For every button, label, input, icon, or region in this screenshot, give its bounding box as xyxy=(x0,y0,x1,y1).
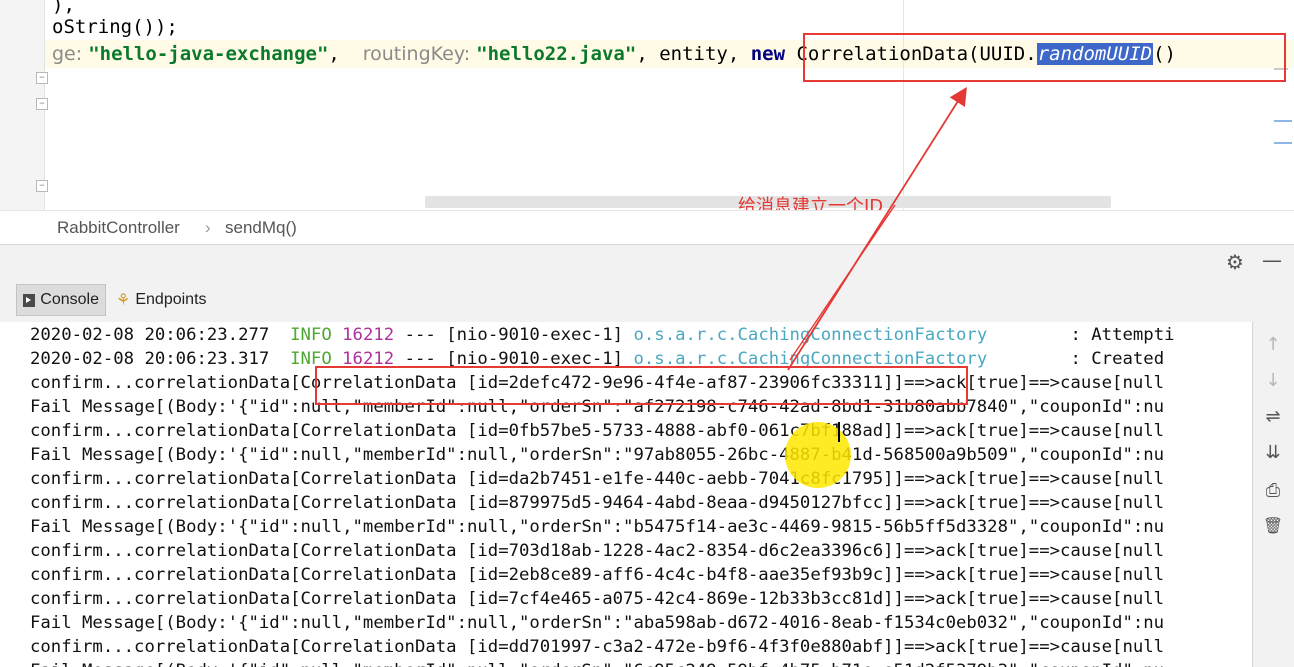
code-punct: , xyxy=(328,43,363,65)
log-line-fail: Fail Message[(Body:'{"id":null,"memberId… xyxy=(30,445,1165,465)
keyword-new: new xyxy=(750,43,786,65)
log-line-confirm: confirm...correlationData[CorrelationDat… xyxy=(30,637,1165,657)
fold-marker-icon[interactable]: − xyxy=(36,180,48,192)
log-line-confirm: confirm...correlationData[CorrelationDat… xyxy=(30,421,1165,441)
text-caret xyxy=(838,422,840,442)
log-message: : Attempti xyxy=(1070,325,1175,345)
run-tool-window-header xyxy=(0,244,1294,281)
code-line: oString()); xyxy=(52,16,178,38)
log-line-fail: Fail Message[(Body:'{"id":null,"memberId… xyxy=(30,659,1164,667)
fold-marker-icon[interactable]: − xyxy=(36,98,48,110)
minimize-icon[interactable]: — xyxy=(1262,248,1282,272)
log-level: INFO xyxy=(290,325,332,345)
ide-window: − − − ), oString()); ge: "hello-java-exc… xyxy=(0,0,1294,667)
code-punct: , entity, xyxy=(636,43,751,65)
tab-endpoints[interactable]: ⚘ Endpoints xyxy=(110,284,220,316)
exchange-string: "hello-java-exchange" xyxy=(88,43,329,65)
scroll-up-icon[interactable]: ↑ xyxy=(1262,334,1284,356)
log-line-confirm: confirm...correlationData[CorrelationDat… xyxy=(30,493,1165,513)
annotation-box-correlation-id xyxy=(315,366,968,405)
log-line-fail: Fail Message[(Body:'{"id":null,"memberId… xyxy=(30,613,1165,633)
log-timestamp: 2020-02-08 20:06:23.277 xyxy=(30,325,270,345)
log-pid: 16212 xyxy=(342,325,395,345)
tab-endpoints-label: Endpoints xyxy=(135,291,207,308)
scroll-down-icon[interactable]: ↓ xyxy=(1262,370,1284,392)
log-message: : Created xyxy=(1070,349,1165,369)
breadcrumb-separator-icon: › xyxy=(205,218,211,237)
log-thread: [nio-9010-exec-1] xyxy=(446,325,624,345)
soft-wrap-icon[interactable]: ⇌ xyxy=(1262,406,1284,428)
log-line-confirm: confirm...correlationData[CorrelationDat… xyxy=(30,565,1165,585)
right-margin-guide xyxy=(903,0,904,210)
log-line-fail: Fail Message[(Body:'{"id":null,"memberId… xyxy=(30,517,1165,537)
log-timestamp: 2020-02-08 20:06:23.317 xyxy=(30,349,270,369)
code-editor[interactable]: − − − ), oString()); ge: "hello-java-exc… xyxy=(0,0,1294,210)
print-icon[interactable]: ⎙ xyxy=(1262,480,1284,502)
log-separator: --- xyxy=(404,325,436,345)
param-hint-routing-key: routingKey: xyxy=(362,43,477,65)
log-line-confirm: confirm...correlationData[CorrelationDat… xyxy=(30,469,1165,489)
log-line-confirm: confirm...correlationData[CorrelationDat… xyxy=(30,589,1165,609)
breadcrumb-class[interactable]: RabbitController xyxy=(57,218,180,238)
param-hint-exchange: ge: xyxy=(52,43,89,65)
log-logger[interactable]: o.s.a.r.c.CachingConnectionFactory xyxy=(633,325,987,345)
log-line-confirm: confirm...correlationData[CorrelationDat… xyxy=(30,541,1165,561)
clear-all-icon[interactable]: 🗑 xyxy=(1262,515,1284,537)
routing-key-string: "hello22.java" xyxy=(476,43,637,65)
log-line-info: 2020-02-08 20:06:23.277 INFO 16212 --- [… xyxy=(30,323,1175,347)
annotation-box-new-correlation-data xyxy=(803,33,1286,82)
editor-gutter[interactable]: − − − xyxy=(0,0,48,210)
tab-console[interactable]: Console xyxy=(16,284,106,316)
fold-marker-icon[interactable]: − xyxy=(36,72,48,84)
console-icon xyxy=(23,293,36,307)
mouse-cursor-highlight xyxy=(785,422,851,488)
tab-console-label: Console xyxy=(40,291,99,308)
endpoints-icon: ⚘ xyxy=(116,292,131,309)
breadcrumb: RabbitController › sendMq() xyxy=(0,210,1294,245)
gear-icon[interactable]: ⚙ xyxy=(1226,250,1244,274)
scroll-to-end-icon[interactable]: ⇊ xyxy=(1262,442,1284,464)
breadcrumb-method[interactable]: sendMq() xyxy=(225,218,297,238)
